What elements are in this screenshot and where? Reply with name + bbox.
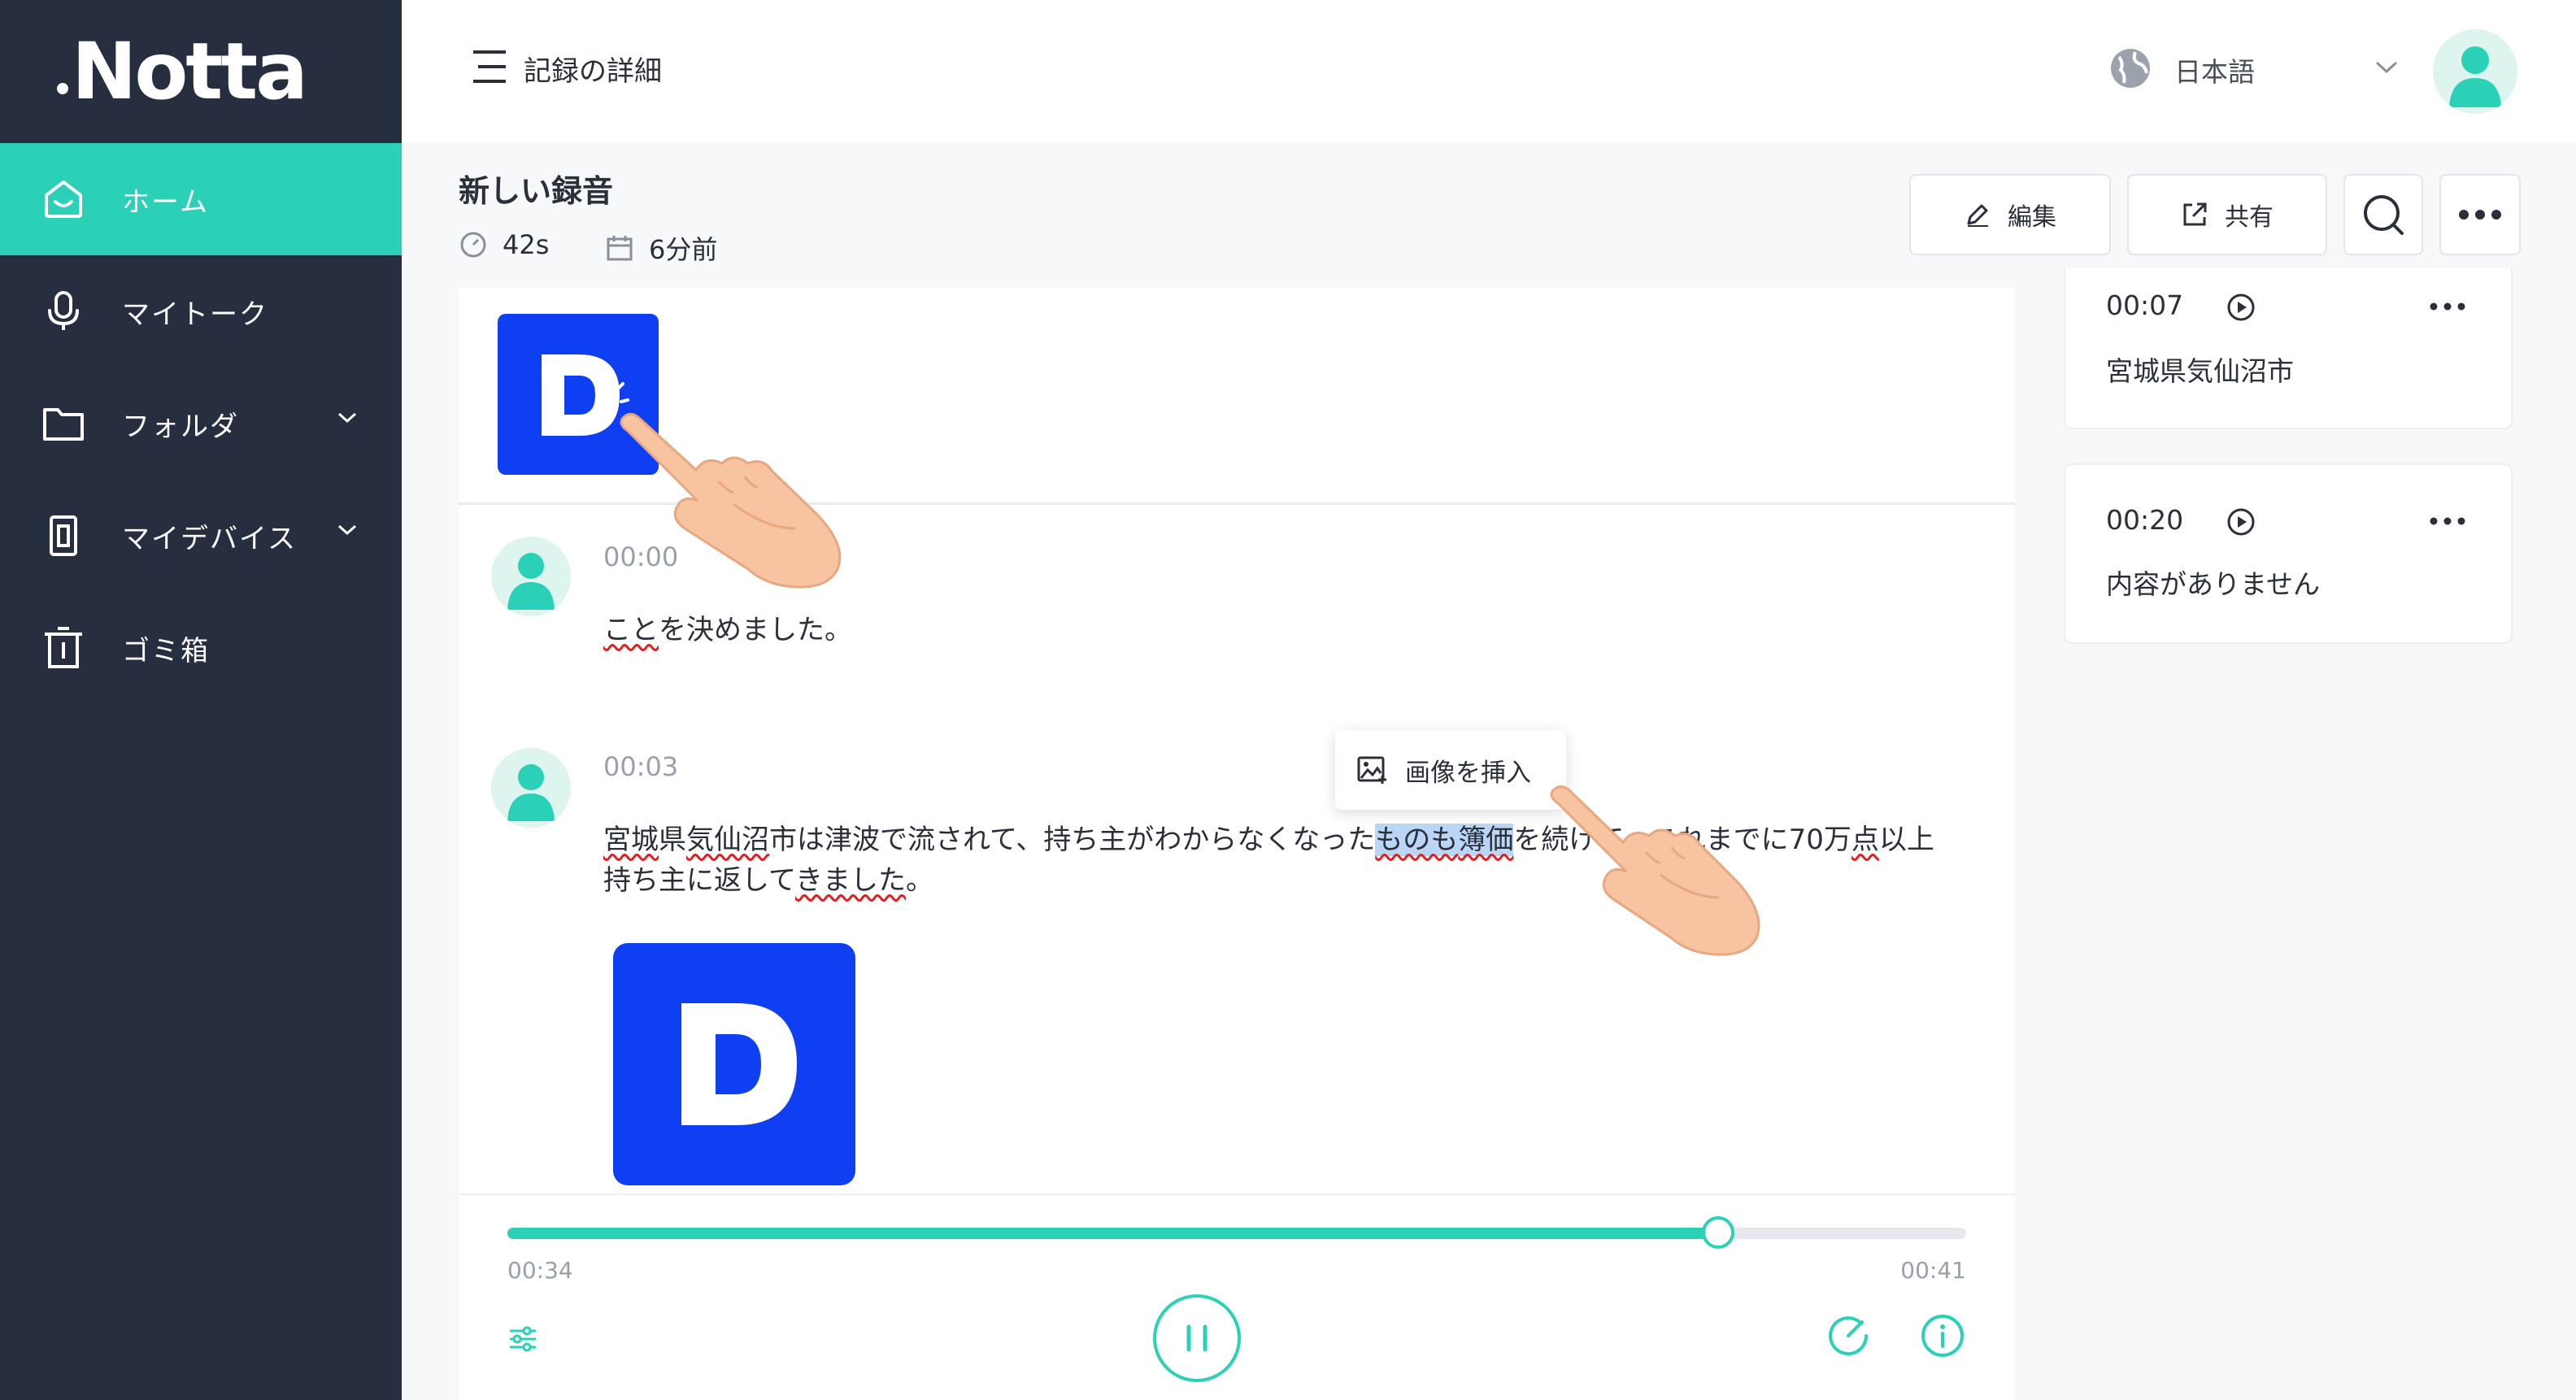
more-icon[interactable]: [2430, 302, 2465, 311]
inserted-image-d-logo[interactable]: [613, 943, 855, 1185]
more-icon[interactable]: [2430, 517, 2465, 525]
sidebar-item-trash[interactable]: ゴミ箱: [0, 592, 402, 704]
calendar-icon: [607, 236, 633, 261]
equalizer-settings-icon[interactable]: [507, 1325, 538, 1353]
playback-progress-fill: [507, 1228, 1719, 1239]
playback-scrubber-handle[interactable]: [1702, 1216, 1735, 1249]
search-icon: [2364, 195, 2404, 235]
globe-icon: [2111, 49, 2150, 88]
duration-value: 42s: [503, 229, 550, 260]
sidebar-item-my-device[interactable]: マイデバイス: [0, 480, 402, 592]
selected-text[interactable]: ものも: [1375, 824, 1459, 856]
sidebar: Notta ホーム マイトーク フォルダ マイデバイス ゴミ箱: [0, 0, 402, 1400]
pause-button[interactable]: [1151, 1293, 1242, 1384]
current-time: 00:34: [507, 1257, 573, 1284]
recording-created: 6分前: [605, 229, 717, 267]
pencil-icon: [1967, 204, 1988, 227]
share-icon: [2183, 202, 2207, 226]
highlight-timestamp: 00:07: [2106, 289, 2184, 321]
highlight-text: 内容がありません: [2106, 568, 2321, 600]
sidebar-item-label: マイデバイス: [122, 522, 297, 555]
sidebar-item-label: ホーム: [122, 185, 209, 219]
user-avatar[interactable]: [2433, 29, 2517, 114]
timer-icon: [460, 232, 486, 258]
folder-icon: [39, 399, 88, 448]
page-title: 記録の詳細: [524, 55, 662, 88]
recording-duration: 42s: [459, 229, 549, 260]
sidebar-item-folder[interactable]: フォルダ: [0, 367, 402, 480]
menu-icon[interactable]: [470, 47, 509, 86]
playback-progress-bar[interactable]: [507, 1228, 1966, 1239]
top-bar: 記録の詳細 日本語: [402, 0, 2576, 143]
more-icon: [2459, 210, 2501, 220]
pointing-hand-overlay: [620, 413, 842, 589]
search-button[interactable]: [2343, 174, 2423, 255]
trash-icon: [39, 624, 88, 672]
insert-image-menu-item[interactable]: 画像を挿入: [1335, 730, 1566, 810]
sidebar-item-label: マイトーク: [122, 298, 268, 331]
total-time: 00:41: [1900, 1257, 1966, 1284]
highlight-timestamp: 00:20: [2106, 504, 2184, 536]
language-select[interactable]: 日本語: [2174, 50, 2255, 89]
share-button[interactable]: 共有: [2127, 174, 2327, 255]
more-options-button[interactable]: [2439, 174, 2521, 255]
edit-button[interactable]: 編集: [1909, 174, 2111, 255]
device-icon: [39, 511, 88, 560]
highlight-text: 宮城県気仙沼市: [2106, 355, 2294, 387]
player-divider: [459, 1193, 2015, 1195]
sidebar-item-home[interactable]: ホーム: [0, 143, 402, 255]
play-icon[interactable]: [2226, 507, 2256, 537]
image-insert-icon: [1357, 756, 1386, 784]
speaker-avatar[interactable]: [491, 537, 571, 616]
pointing-hand-overlay: [1550, 785, 1760, 956]
segment-timestamp[interactable]: 00:03: [603, 751, 678, 782]
sidebar-item-label: フォルダ: [122, 410, 239, 443]
segment-text[interactable]: ことを決めました。: [603, 610, 852, 650]
chevron-down-icon[interactable]: [335, 410, 359, 426]
recording-title: 新しい録音: [459, 173, 614, 209]
home-icon: [39, 175, 88, 224]
chevron-down-icon[interactable]: [2373, 59, 2400, 76]
chevron-down-icon[interactable]: [335, 522, 359, 538]
info-icon[interactable]: [1919, 1312, 1966, 1359]
highlight-card[interactable]: 00:20 内容がありません: [2064, 463, 2513, 644]
speaker-avatar[interactable]: [491, 748, 571, 828]
sidebar-item-my-talk[interactable]: マイトーク: [0, 255, 402, 367]
highlight-card[interactable]: 00:07 宮城県気仙沼市: [2064, 268, 2513, 429]
playback-speed-icon[interactable]: [1825, 1312, 1872, 1359]
play-icon[interactable]: [2226, 293, 2256, 322]
sidebar-nav: ホーム マイトーク フォルダ マイデバイス ゴミ箱: [0, 143, 402, 704]
sidebar-item-label: ゴミ箱: [122, 634, 210, 667]
selected-text[interactable]: 簿価: [1458, 824, 1514, 856]
created-value: 6分前: [649, 234, 718, 265]
microphone-icon: [39, 287, 88, 336]
notta-logo[interactable]: Notta: [57, 26, 308, 117]
